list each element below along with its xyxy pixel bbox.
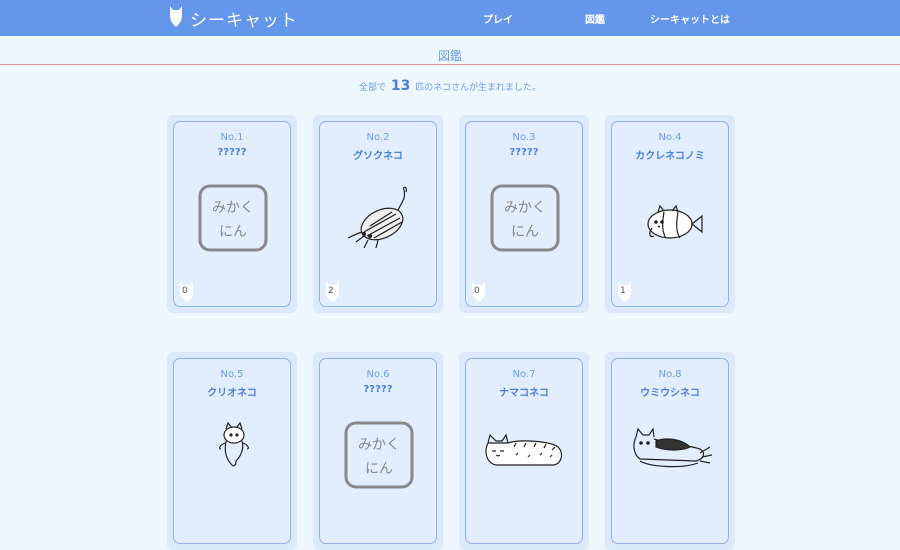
isopod-cat-icon [347, 186, 409, 249]
card-name: クリオネコ [207, 388, 257, 399]
card-frame: No.1 ????? 0 [173, 121, 291, 307]
app-title: シーキャット [190, 10, 298, 31]
encyclopedia-card[interactable]: No.2 グソクネコ 2 [313, 115, 443, 313]
card-number: No.4 [658, 132, 682, 143]
clownfish-cat-icon [647, 205, 703, 239]
page-title: 図鑑 [437, 49, 462, 63]
count-prefix: 全部で [358, 83, 386, 93]
nav-play-link[interactable]: プレイ [483, 11, 513, 26]
unknown-stamp-icon [198, 184, 268, 252]
nav-encyclopedia-link[interactable]: 図鑑 [585, 11, 605, 26]
encyclopedia-card[interactable]: No.6 ????? [313, 352, 443, 550]
owned-count-badge: 0 [470, 279, 488, 303]
clione-cat-icon [218, 422, 250, 467]
encyclopedia-card[interactable]: No.1 ????? 0 [167, 115, 297, 313]
encyclopedia-card[interactable]: No.8 ウミウシネコ [605, 352, 735, 550]
card-name: ウミウシネコ [640, 388, 700, 399]
encyclopedia-card[interactable]: No.4 カクレネコノミ 1 [605, 115, 735, 313]
card-number: No.1 [220, 132, 244, 143]
sea-cucumber-cat-icon [485, 434, 563, 466]
card-number: No.5 [220, 369, 244, 380]
card-number: No.8 [658, 369, 682, 380]
title-divider [0, 64, 900, 65]
owned-count-badge: 1 [616, 279, 634, 303]
sea-slug-cat-icon [633, 428, 713, 468]
card-frame: No.5 クリオネコ [173, 358, 291, 544]
top-header: シーキャット プレイ 図鑑 シーキャットとは [0, 0, 900, 36]
card-frame: No.3 ????? 0 [465, 121, 583, 307]
card-frame: No.6 ????? [319, 358, 437, 544]
card-name: ????? [509, 147, 539, 158]
card-frame: No.2 グソクネコ 2 [319, 121, 437, 307]
card-name: ????? [217, 147, 247, 158]
count-number: 13 [390, 78, 411, 94]
card-name: ナマコネコ [499, 388, 549, 399]
count-suffix: 匹のネコさんが生まれました。 [415, 83, 542, 93]
collection-count-text: 全部で 13 匹のネコさんが生まれました。 [0, 78, 900, 94]
owned-count: 0 [182, 286, 188, 296]
unknown-stamp-icon [490, 184, 560, 252]
unknown-stamp-icon [344, 421, 414, 489]
owned-count: 0 [474, 286, 480, 296]
card-name: ????? [363, 384, 393, 395]
encyclopedia-card[interactable]: No.3 ????? 0 [459, 115, 589, 313]
card-frame: No.7 ナマコネコ [465, 358, 583, 544]
card-number: No.7 [512, 369, 536, 380]
card-number: No.6 [366, 369, 390, 380]
cat-logo-icon [168, 4, 184, 32]
card-name: カクレネコノミ [635, 151, 705, 162]
card-frame: No.4 カクレネコノミ 1 [611, 121, 729, 307]
owned-count-badge: 0 [178, 279, 196, 303]
card-frame: No.8 ウミウシネコ [611, 358, 729, 544]
brand-home-link[interactable]: シーキャット [168, 5, 298, 31]
encyclopedia-card[interactable]: No.7 ナマコネコ [459, 352, 589, 550]
encyclopedia-card[interactable]: No.5 クリオネコ [167, 352, 297, 550]
owned-count: 1 [620, 286, 626, 296]
card-name: グソクネコ [353, 151, 403, 162]
card-number: No.2 [366, 132, 390, 143]
owned-count-badge: 2 [324, 279, 342, 303]
owned-count: 2 [328, 286, 334, 296]
nav-about-link[interactable]: シーキャットとは [650, 11, 730, 26]
card-number: No.3 [512, 132, 536, 143]
